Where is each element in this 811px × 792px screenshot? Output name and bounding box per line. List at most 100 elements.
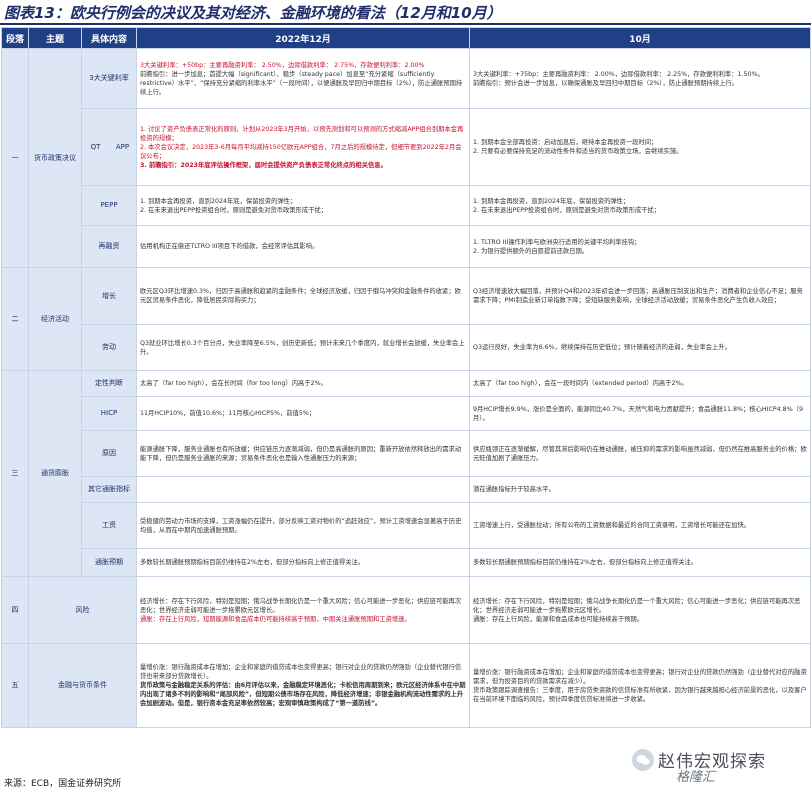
oct-app-1: 1. 到期本金全部再投资：启动加息后，继持本金再投资一段时间；: [473, 139, 658, 146]
ecb-comparison-table: 段落 主题 具体内容 2022年12月 10月 一 货币政策决议 3大关键利率 …: [1, 27, 811, 728]
dec-labor: Q3就业环比增长0.3个百分点，失业率降至6.5%，创历史新低；预计未来几个季度…: [136, 324, 470, 371]
section-number: 二: [1, 267, 29, 371]
row-label: 其它通胀指标: [81, 476, 137, 503]
section-topic: 通货膨胀: [28, 370, 82, 577]
dec-risk-1: 经济增长：存在下行风险，特别是短期；俄乌战争长期化仍是一个重大风险；信心可能进一…: [140, 597, 462, 614]
page-title: 图表13：欧央行例会的决议及其对经济、金融环境的看法（12月和10月）: [4, 4, 502, 22]
table-row: 五 金融与货币条件 量增价涨：银行融资成本在增加；企业和家庭的借贷成本也变得更高…: [1, 643, 811, 728]
oct-risk-2: 通胀：存在上行风险，能源和食品成本也可能持续高于预期。: [473, 615, 644, 623]
oct-refi-1: 1. TLTRO III操作利率与欧洲央行适用的关键平均利率挂钩；: [473, 238, 641, 246]
oct-refi-cell: 1. TLTRO III操作利率与欧洲央行适用的关键平均利率挂钩； 2. 为银行…: [469, 225, 811, 268]
table-row: 一 货币政策决议 3大关键利率 3大关键利率：+50bp：主要再融资利率： 2.…: [1, 48, 811, 268]
table-row: 三 通货膨胀 定性判断 太高了（far too high），会在长时间（for …: [1, 370, 811, 577]
dec-rate: 3大关键利率：+50bp：主要再融资利率： 2.50%，边际借款利率： 2.75…: [140, 61, 425, 69]
table-header-row: 段落 主题 具体内容 2022年12月 10月: [1, 27, 811, 49]
dec-pepp-cell: 1. 到期本金再投资，直到2024年底，保留投资的弹性； 2. 在未来退出PEP…: [136, 185, 470, 226]
row-label: 增长: [81, 267, 137, 325]
row-label: HICP: [81, 396, 137, 431]
dec-cause: 能源通胀下降，服务业通胀也有所放缓；供应链压力逐渐减弱，但仍是高通胀的原因；重新…: [136, 430, 470, 477]
dec-rate-cell: 3大关键利率：+50bp：主要再融资利率： 2.50%，边际借款利率： 2.75…: [136, 48, 470, 109]
dec-pepp-2: 2. 在未来退出PEPP投资组合时，原则是避免对货币政策形成干扰；: [140, 206, 328, 214]
section-number: 五: [1, 643, 29, 728]
dec-pepp-1: 1. 到期本金再投资，直到2024年底，保留投资的弹性；: [140, 197, 297, 205]
section-number: 一: [1, 48, 29, 268]
header-dec: 2022年12月: [136, 27, 470, 49]
row-label: 3大关键利率: [81, 48, 137, 109]
table-row: QT APP 1. 讨论了资产负债表正常化的原则，计划从2023年3月开始，以预…: [2, 108, 811, 186]
dec-rate-guidance: 前瞻指引：进一步加息；首提大幅（significant）、稳步（steady p…: [140, 70, 463, 96]
table-row: 再融资 估用机构正在偿还TLTRO III项目下的借款，会经常评估其影响。 1.…: [2, 225, 811, 268]
oct-pepp-2: 2. 在未来退出PEPP投资组合时，原则是避免对货币政策形成干扰；: [473, 206, 661, 214]
header-topic: 主题: [28, 27, 82, 49]
dec-qual: 太高了（far too high），会在长时间（for too long）内高于…: [136, 370, 470, 397]
table-row: 通胀预期 多数较长期通胀预期指标目前仍维持在2%左右，但部分指标向上修正值得关注…: [2, 548, 811, 577]
qt-label: QT: [90, 142, 101, 151]
row-label: 通胀预期: [81, 548, 137, 577]
dec-risk-cell: 经济增长：存在下行风险，特别是短期；俄乌战争长期化仍是一个重大风险；信心可能进一…: [136, 576, 470, 644]
table-row: 劳动 Q3就业环比增长0.3个百分点，失业率降至6.5%，创历史新低；预计未来几…: [2, 324, 811, 371]
oct-fin-1: 量增价涨：银行融资成本在增加；企业和家庭的借贷成本也变得更高；银行对企业的贷款仍…: [473, 668, 807, 685]
row-label: PEPP: [81, 185, 137, 226]
header-section: 段落: [1, 27, 29, 49]
dec-other: [136, 476, 470, 503]
section-number: 四: [1, 576, 29, 644]
oct-fin-cell: 量增价涨：银行融资成本在增加；企业和家庭的借贷成本也变得更高；银行对企业的贷款仍…: [469, 643, 811, 728]
dec-fin-1: 量增价涨：银行融资成本在增加；企业和家庭的借贷成本也变得更高；银行对企业的贷款仍…: [140, 664, 462, 680]
oct-hicp: 9月HCIP增长9.9%，涨价是全面的，能源同比40.7%，天然气和电力贡献提升…: [469, 396, 811, 431]
oct-growth: Q3经济增速放大幅回落，并预计Q4和2023年初会进一步回落；高通胀压制支出和生…: [469, 267, 811, 325]
row-label: 工资: [81, 502, 137, 549]
oct-refi-2: 2. 为银行提供额外的自愿提前还款日期。: [473, 247, 589, 255]
dec-expect: 多数较长期通胀预期指标目前仍维持在2%左右，但部分指标向上修正值得关注。: [136, 548, 470, 577]
oct-qual: 太高了（far too high），会在一段时间内（extended perio…: [469, 370, 811, 397]
table-row: 二 经济活动 增长 欧元区Q3环比增速0.3%，归因于高通胀和趋紧的金融条件；全…: [1, 267, 811, 371]
dec-app-cell: 1. 讨论了资产负债表正常化的原则，计划从2023年3月开始，以预先测划和可以预…: [136, 108, 470, 186]
dec-growth: 欧元区Q3环比增速0.3%，归因于高通胀和趋紧的金融条件；全球经济放缓，归因于俄…: [136, 267, 470, 325]
table-row: 工资 受稳健的劳动力市场的支撑，工资涨幅仍在提升，部分反映工资对物价的“追赶效应…: [2, 502, 811, 549]
oct-other: 潜在通胀指标升于较高水平。: [469, 476, 811, 503]
source-note: 来源：ECB，国金证券研究所: [4, 779, 122, 789]
dec-risk-2: 通胀：存在上行风险，短期能源和食品成本仍可能持续高于预期，中期关注通胀预期和工资…: [140, 615, 411, 623]
dec-fin-2: 货币政策与金融稳定关系的评估：由6月评估以来，金融稳定环境恶化；卡松信用周期到来…: [140, 682, 466, 707]
oct-risk-cell: 经济增长：存在下行风险，特别是短期；俄乌战争长期化仍是一个重大风险；信心可能进一…: [469, 576, 811, 644]
dec-wage: 受稳健的劳动力市场的支撑，工资涨幅仍在提升，部分反映工资对物价的“追赶效应”，预…: [136, 502, 470, 549]
dec-app-3: 3. 前瞻指引：2023年底评估操作框架，届时会提供资产负债表正常化终点的相关信…: [140, 161, 387, 169]
oct-fin-2: 货币政策跟踪调查报告：三季度，用于房贷类资款的信贷标准有所收紧，因为银行越来越担…: [473, 686, 807, 703]
row-label: QT APP: [81, 108, 137, 186]
header-oct: 10月: [469, 27, 811, 49]
table-row: 其它通胀指标 潜在通胀指标升于较高水平。: [2, 476, 811, 503]
oct-pepp-cell: 1. 到期本金再投资，直到2024年底，保留投资的弹性； 2. 在未来退出PEP…: [469, 185, 811, 226]
dec-hicp: 11月HCIP10%，前值10.6%；11月核心HICP5%，前值5%；: [136, 396, 470, 431]
oct-rate-guidance: 前瞻指引：预计会进一步加息，以确保通胀及早回归中期目标（2%），防止通胀预期持续…: [473, 79, 739, 87]
oct-app-2: 2. 只要有必要保持充足的流动性条件和适当的货币政策立场，会继续实施。: [473, 148, 683, 155]
watermark-brand: 格隆汇: [676, 770, 716, 785]
row-label: 原因: [81, 430, 137, 477]
row-label: 再融资: [81, 225, 137, 268]
oct-rate: 3大关键利率：+75bp：主要再融资利率： 2.00%，边际借款利率： 2.25…: [473, 70, 764, 78]
title-divider: [0, 23, 811, 25]
section-topic: 金融与货币条件: [28, 643, 137, 728]
oct-pepp-1: 1. 到期本金再投资，直到2024年底，保留投资的弹性；: [473, 197, 630, 205]
table-row: 四 风险 经济增长：存在下行风险，特别是短期；俄乌战争长期化仍是一个重大风险；信…: [1, 576, 811, 644]
section-topic: 经济活动: [28, 267, 82, 371]
oct-expect: 多数较长期通胀预期指标目前仍维持在2%左右，但部分指标向上修正值得关注。: [469, 548, 811, 577]
oct-wage: 工资增速上行，受通胀拉动；所有公布的工资数据和最近的合同工资录明，工资增长可能还…: [469, 502, 811, 549]
oct-cause: 供应瓶颈正在逐渐缓解，尽管其滞后影响仍在推动通胀，被压抑的需求的影响虽然减弱，但…: [469, 430, 811, 477]
section-number: 三: [1, 370, 29, 577]
dec-app-2: 2. 本次会议决定，2023年3-6月每月平均减持150亿欧元APP组合，7月之…: [140, 143, 462, 160]
wechat-icon: [632, 748, 654, 771]
section-topic: 货币政策决议: [28, 48, 82, 268]
oct-app-cell: 1. 到期本金全部再投资：启动加息后，继持本金再投资一段时间； 2. 只要有必要…: [469, 108, 811, 186]
dec-app-1: 1. 讨论了资产负债表正常化的原则，计划从2023年3月开始，以预先测划和可以预…: [140, 125, 464, 142]
table-row: PEPP 1. 到期本金再投资，直到2024年底，保留投资的弹性； 2. 在未来…: [2, 185, 811, 226]
oct-rate-cell: 3大关键利率：+75bp：主要再融资利率： 2.00%，边际借款利率： 2.25…: [469, 48, 811, 109]
table-row: HICP 11月HCIP10%，前值10.6%；11月核心HICP5%，前值5%…: [2, 396, 811, 431]
oct-labor: Q3运行良好，失业率为6.6%，继续保持在历史低位；预计随着经济的走弱，失业率会…: [469, 324, 811, 371]
row-label: 劳动: [81, 324, 137, 371]
header-detail: 具体内容: [81, 27, 137, 49]
oct-risk-1: 经济增长：存在下行风险，特别是短期；俄乌战争长期化仍是一个重大风险；信心可能进一…: [473, 597, 801, 614]
app-label: APP: [115, 142, 130, 151]
section-topic: 风险: [28, 576, 137, 644]
dec-fin-cell: 量增价涨：银行融资成本在增加；企业和家庭的借贷成本也变得更高；银行对企业的贷款仍…: [136, 643, 470, 728]
table-row: 原因 能源通胀下降，服务业通胀也有所放缓；供应链压力逐渐减弱，但仍是高通胀的原因…: [2, 430, 811, 477]
row-label: 定性判断: [81, 370, 137, 397]
